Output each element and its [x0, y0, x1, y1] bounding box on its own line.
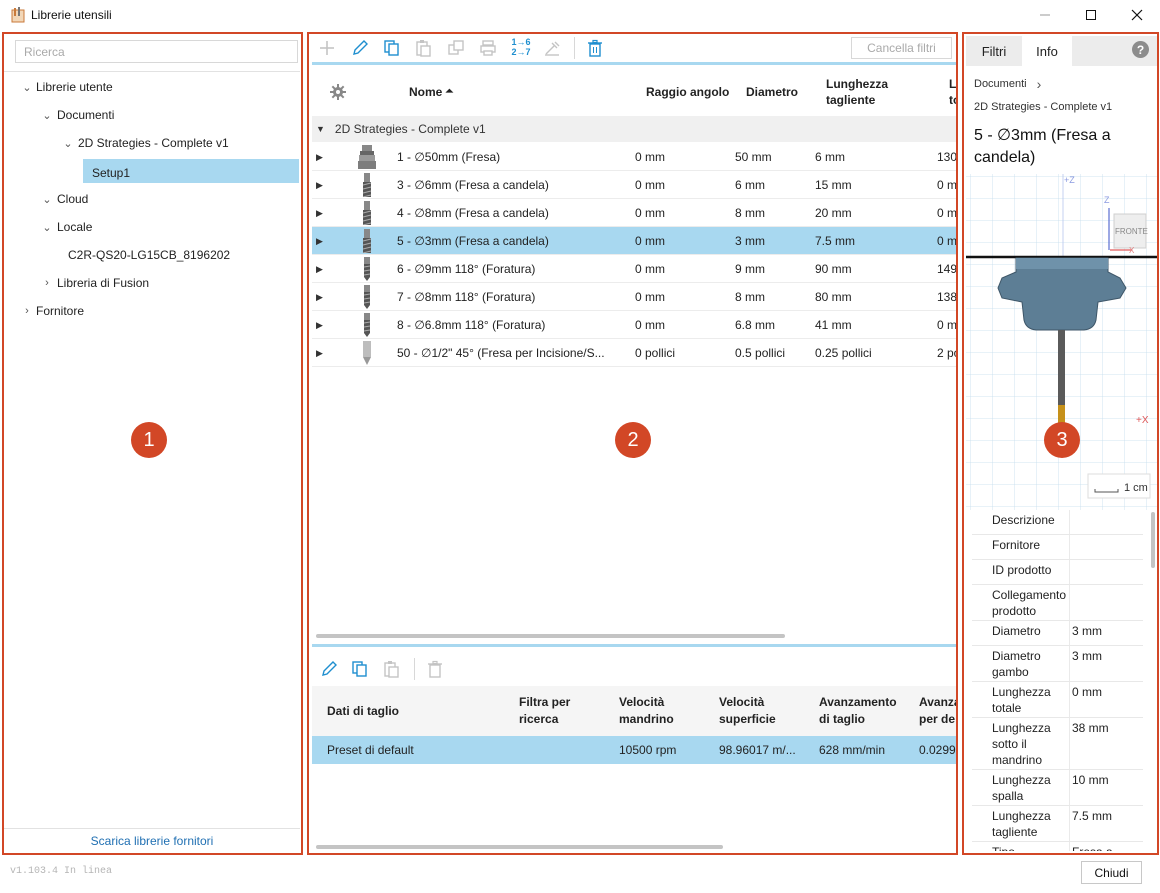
property-value: 10 mm	[1072, 773, 1109, 787]
property-key: Lunghezza totale	[992, 685, 1051, 715]
property-value: 38 mm	[1072, 721, 1109, 735]
close-dialog-button[interactable]: Chiudi	[1081, 861, 1142, 884]
property-key: Tipo	[992, 844, 1072, 851]
property-value: 3 mm	[1072, 624, 1102, 638]
property-key: Collegamento prodotto	[992, 588, 1067, 618]
property-value: 7.5 mm	[1072, 809, 1113, 823]
property-row: ID prodotto	[972, 560, 1143, 585]
property-row: Lunghezza spalla 10 mm	[972, 770, 1143, 806]
property-key: Diametro gambo	[992, 649, 1041, 679]
property-key: Lunghezza tagliente	[992, 809, 1051, 839]
property-key: Descrizione	[992, 513, 1055, 527]
property-row: Fornitore	[972, 535, 1143, 560]
property-row: TipoFresa a candela	[972, 842, 1143, 851]
property-value: 3 mm	[1072, 649, 1102, 663]
property-row: Lunghezza sotto il mandrino 38 mm	[972, 718, 1143, 770]
property-value: Fresa a candela	[1072, 844, 1143, 851]
property-row: Diametro 3 mm	[972, 621, 1143, 646]
property-row: Diametro gambo 3 mm	[972, 646, 1143, 682]
property-key: Lunghezza spalla	[992, 773, 1051, 803]
properties-scrollbar[interactable]	[1151, 512, 1155, 568]
version-status: v1.103.4 In linea	[10, 866, 113, 877]
property-key: ID prodotto	[992, 563, 1052, 577]
property-value: 0 mm	[1072, 685, 1102, 699]
property-key: Diametro	[992, 624, 1041, 638]
property-row: Collegamento prodotto	[972, 585, 1143, 621]
property-key: Fornitore	[992, 538, 1041, 552]
callout-badge-3: 3	[1044, 422, 1080, 458]
property-row: Descrizione	[972, 510, 1143, 535]
property-key: Lunghezza sotto il mandrino	[992, 721, 1051, 767]
property-row: Lunghezza totale 0 mm	[972, 682, 1143, 718]
property-row: Lunghezza tagliente 7.5 mm	[972, 806, 1143, 842]
callout-badge-1: 1	[131, 422, 167, 458]
callout-badge-2: 2	[615, 422, 651, 458]
